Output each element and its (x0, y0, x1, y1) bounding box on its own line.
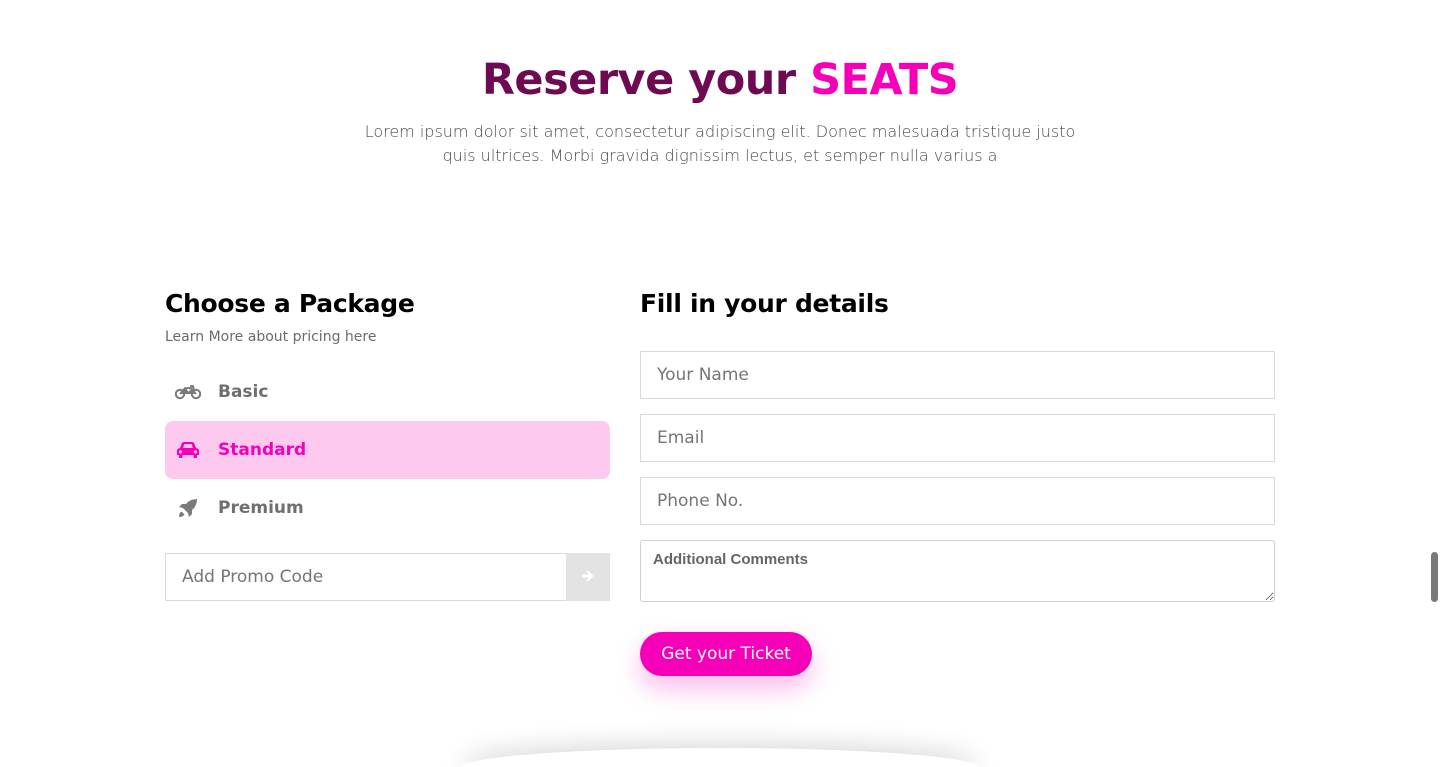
package-option-standard[interactable]: Standard (165, 421, 610, 479)
get-ticket-button[interactable]: Get your Ticket (640, 632, 812, 676)
rocket-icon (174, 498, 202, 518)
arrow-right-icon (581, 569, 595, 586)
scrollbar-thumb[interactable] (1431, 552, 1438, 602)
title-accent: SEATS (810, 55, 959, 105)
name-input[interactable] (640, 351, 1275, 399)
motorcycle-icon (174, 382, 202, 402)
page-subtitle: Lorem ipsum dolor sit amet, consectetur … (364, 122, 1076, 165)
pricing-link[interactable]: Learn More about pricing here (165, 329, 610, 345)
package-heading: Choose a Package (165, 289, 415, 318)
bottom-card-edge (460, 748, 980, 767)
package-column: Choose a Package Learn More about pricin… (165, 286, 610, 601)
section-header: Reserve your SEATS Lorem ipsum dolor sit… (0, 52, 1440, 168)
promo-code-group (165, 553, 610, 601)
reserve-seats-page: Reserve your SEATS Lorem ipsum dolor sit… (0, 0, 1440, 767)
details-column: Fill in your details Get your Ticket (640, 286, 1275, 676)
comments-textarea[interactable] (640, 540, 1275, 602)
phone-input[interactable] (640, 477, 1275, 525)
package-label-basic: Basic (218, 382, 269, 402)
promo-code-input[interactable] (165, 553, 566, 601)
details-heading: Fill in your details (640, 289, 889, 318)
promo-submit-button[interactable] (566, 553, 610, 601)
page-title: Reserve your SEATS (0, 52, 1440, 108)
package-list: Basic Standard Premium (165, 363, 610, 537)
package-label-premium: Premium (218, 498, 304, 518)
package-option-premium[interactable]: Premium (165, 479, 610, 537)
package-label-standard: Standard (218, 440, 307, 460)
package-option-basic[interactable]: Basic (165, 363, 610, 421)
title-main: Reserve your (481, 55, 811, 105)
email-input[interactable] (640, 414, 1275, 462)
details-form: Get your Ticket (640, 351, 1275, 676)
car-icon (174, 440, 202, 460)
